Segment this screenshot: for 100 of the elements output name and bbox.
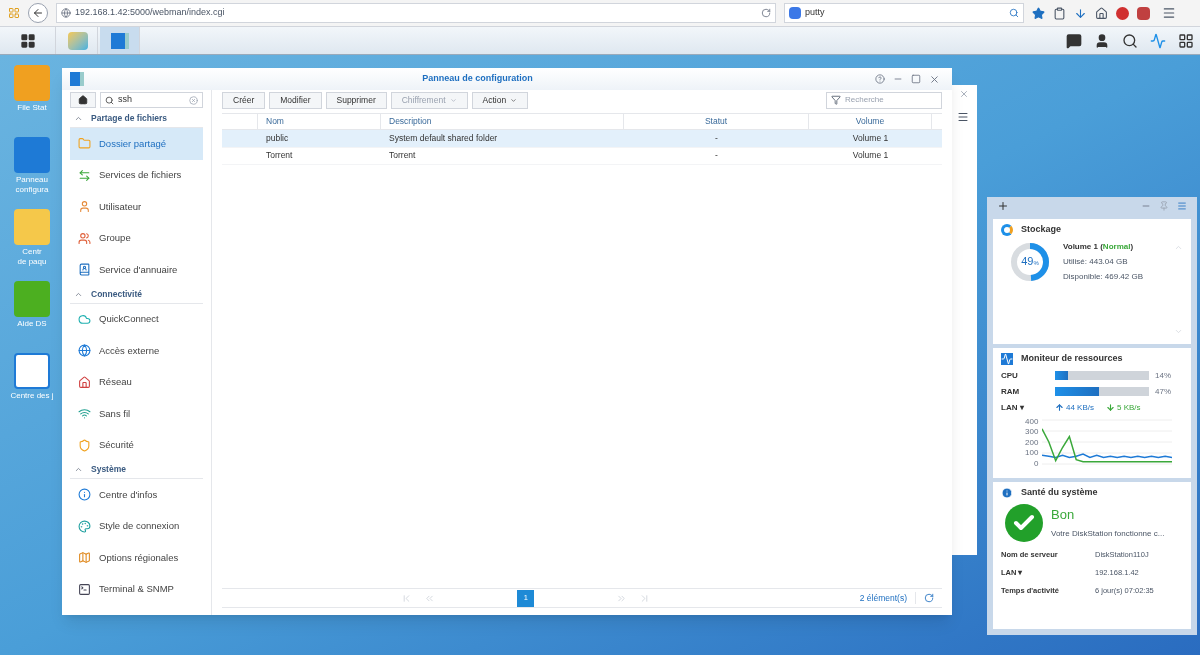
widget-title: Moniteur de ressources: [1021, 352, 1123, 365]
table-row[interactable]: public System default shared folder - Volume 1: [222, 130, 942, 148]
sidebar-item[interactable]: Services de fichiers: [70, 159, 203, 191]
column-header[interactable]: Nom: [258, 114, 381, 129]
widgets-icon[interactable]: [1178, 32, 1194, 49]
caret-icon: [510, 96, 518, 104]
free-space: Disponible: 469.42 GB: [1063, 270, 1144, 283]
home-button[interactable]: [70, 92, 96, 108]
column-header[interactable]: Statut: [624, 114, 809, 129]
terminal-icon: [78, 582, 91, 596]
section-header[interactable]: Système: [91, 463, 126, 476]
star-icon[interactable]: [1032, 6, 1045, 20]
table-cell-text: -: [714, 149, 719, 163]
close-icon[interactable]: [929, 73, 940, 85]
sidebar-item[interactable]: Service d'annuaire: [70, 254, 203, 286]
close-icon[interactable]: [959, 89, 969, 99]
arrows-icon: [78, 168, 91, 182]
sidebar-item[interactable]: Dossier partagé: [70, 128, 203, 160]
sidebar-item[interactable]: Groupe: [70, 222, 203, 254]
sidebar-item[interactable]: Options régionales: [70, 542, 203, 574]
chat-icon[interactable]: [1066, 32, 1082, 49]
map-icon: [78, 551, 91, 565]
sidebar-item[interactable]: Sans fil: [70, 398, 203, 430]
table-row[interactable]: Torrent Torrent - Volume 1: [222, 147, 942, 165]
grid-icon: [19, 32, 36, 49]
sidebar-item[interactable]: Utilisateur: [70, 191, 203, 223]
table-cell-text: Volume 1: [851, 131, 890, 145]
axis-label: 300: [1025, 428, 1039, 436]
panel-icon[interactable]: [1177, 201, 1187, 211]
apps-icon[interactable]: [8, 7, 20, 19]
back-button[interactable]: [28, 3, 48, 23]
sidebar-item[interactable]: Sécurité: [70, 429, 203, 461]
download-icon[interactable]: [1074, 6, 1087, 20]
wifi-icon: [78, 407, 91, 421]
filter-icon: [831, 95, 841, 105]
reload-icon[interactable]: [761, 8, 771, 18]
upload-arrow-icon: [1055, 403, 1064, 412]
toolbar-button[interactable]: Créer: [222, 91, 266, 109]
info-icon: [1001, 486, 1013, 499]
house-icon: [78, 375, 91, 389]
section-header[interactable]: Connectivité: [91, 287, 142, 301]
download-rate: 5 KB/s: [1117, 401, 1141, 414]
axis-label: 0: [1033, 459, 1039, 468]
browser-search-field[interactable]: putty: [784, 3, 1024, 23]
section-header[interactable]: Partage de fichiers: [91, 112, 168, 125]
help-icon[interactable]: [875, 74, 885, 84]
palette-icon: [78, 519, 91, 533]
extension-icon[interactable]: [1137, 6, 1150, 20]
table-cell-text: -: [714, 131, 719, 145]
list-icon[interactable]: [957, 111, 969, 123]
address-field[interactable]: 192.168.1.42:5000/webman/index.cgi: [56, 3, 776, 23]
table-cell-text: public: [265, 131, 290, 145]
sidebar-item[interactable]: Centre d'infos: [70, 479, 203, 511]
column-header[interactable]: Volume: [809, 114, 932, 129]
column-header[interactable]: Description: [381, 114, 624, 129]
sidebar-item[interactable]: Style de connexion: [70, 510, 203, 542]
clipboard-icon[interactable]: [1053, 6, 1066, 20]
sidebar-item[interactable]: Accès externe: [70, 335, 203, 367]
sidebar-item[interactable]: Réseau: [70, 366, 203, 398]
search-icon[interactable]: [1122, 32, 1138, 49]
search-engine-icon: [789, 7, 801, 19]
address-book-icon: [78, 263, 91, 277]
sidebar-item[interactable]: QuickConnect: [70, 303, 203, 335]
extension-icon[interactable]: [1116, 6, 1129, 20]
app-icon[interactable]: [14, 353, 50, 389]
refresh-icon[interactable]: [924, 593, 934, 603]
search-text: putty: [805, 6, 826, 20]
volume-status: Volume 1 (Normal): [1063, 240, 1135, 253]
globe-icon: [61, 8, 71, 18]
add-icon[interactable]: [997, 200, 1009, 212]
collapse-icon[interactable]: [74, 114, 83, 123]
url-text: 192.168.1.42:5000/webman/index.cgi: [75, 6, 226, 20]
lan-dropdown[interactable]: LAN ▾: [1001, 401, 1055, 414]
upload-rate: 44 KB/s: [1066, 401, 1094, 414]
maximize-icon[interactable]: [911, 74, 921, 84]
widget-title: Santé du système: [1021, 486, 1098, 499]
toolbar-button[interactable]: Modifier: [269, 91, 322, 109]
globe-icon: [78, 344, 91, 358]
taskbar-app[interactable]: [100, 27, 140, 54]
folder-icon: [78, 137, 91, 151]
group-icon: [78, 231, 91, 245]
user-icon: [78, 200, 91, 214]
app-logo-icon: [70, 72, 84, 86]
health-status: Bon: [1051, 505, 1076, 524]
pin-icon[interactable]: [1159, 201, 1169, 211]
menu-icon[interactable]: [1162, 6, 1176, 20]
shield-icon: [78, 438, 91, 452]
home-icon[interactable]: [1095, 6, 1108, 20]
collapse-icon[interactable]: [74, 465, 83, 474]
table-cell-text: System default shared folder: [388, 131, 499, 145]
clear-icon[interactable]: [189, 95, 198, 105]
ring-icon: [1001, 223, 1013, 236]
download-arrow-icon: [1106, 403, 1115, 412]
user-icon[interactable]: [1094, 32, 1110, 49]
table-cell-text: Volume 1: [851, 149, 890, 163]
back-icon: [32, 7, 44, 19]
toolbar-button[interactable]: Action: [471, 91, 529, 109]
sidebar-item[interactable]: Terminal & SNMP: [70, 573, 203, 605]
toolbar-button[interactable]: Supprimer: [325, 91, 387, 109]
search-field[interactable]: ssh: [100, 92, 203, 108]
